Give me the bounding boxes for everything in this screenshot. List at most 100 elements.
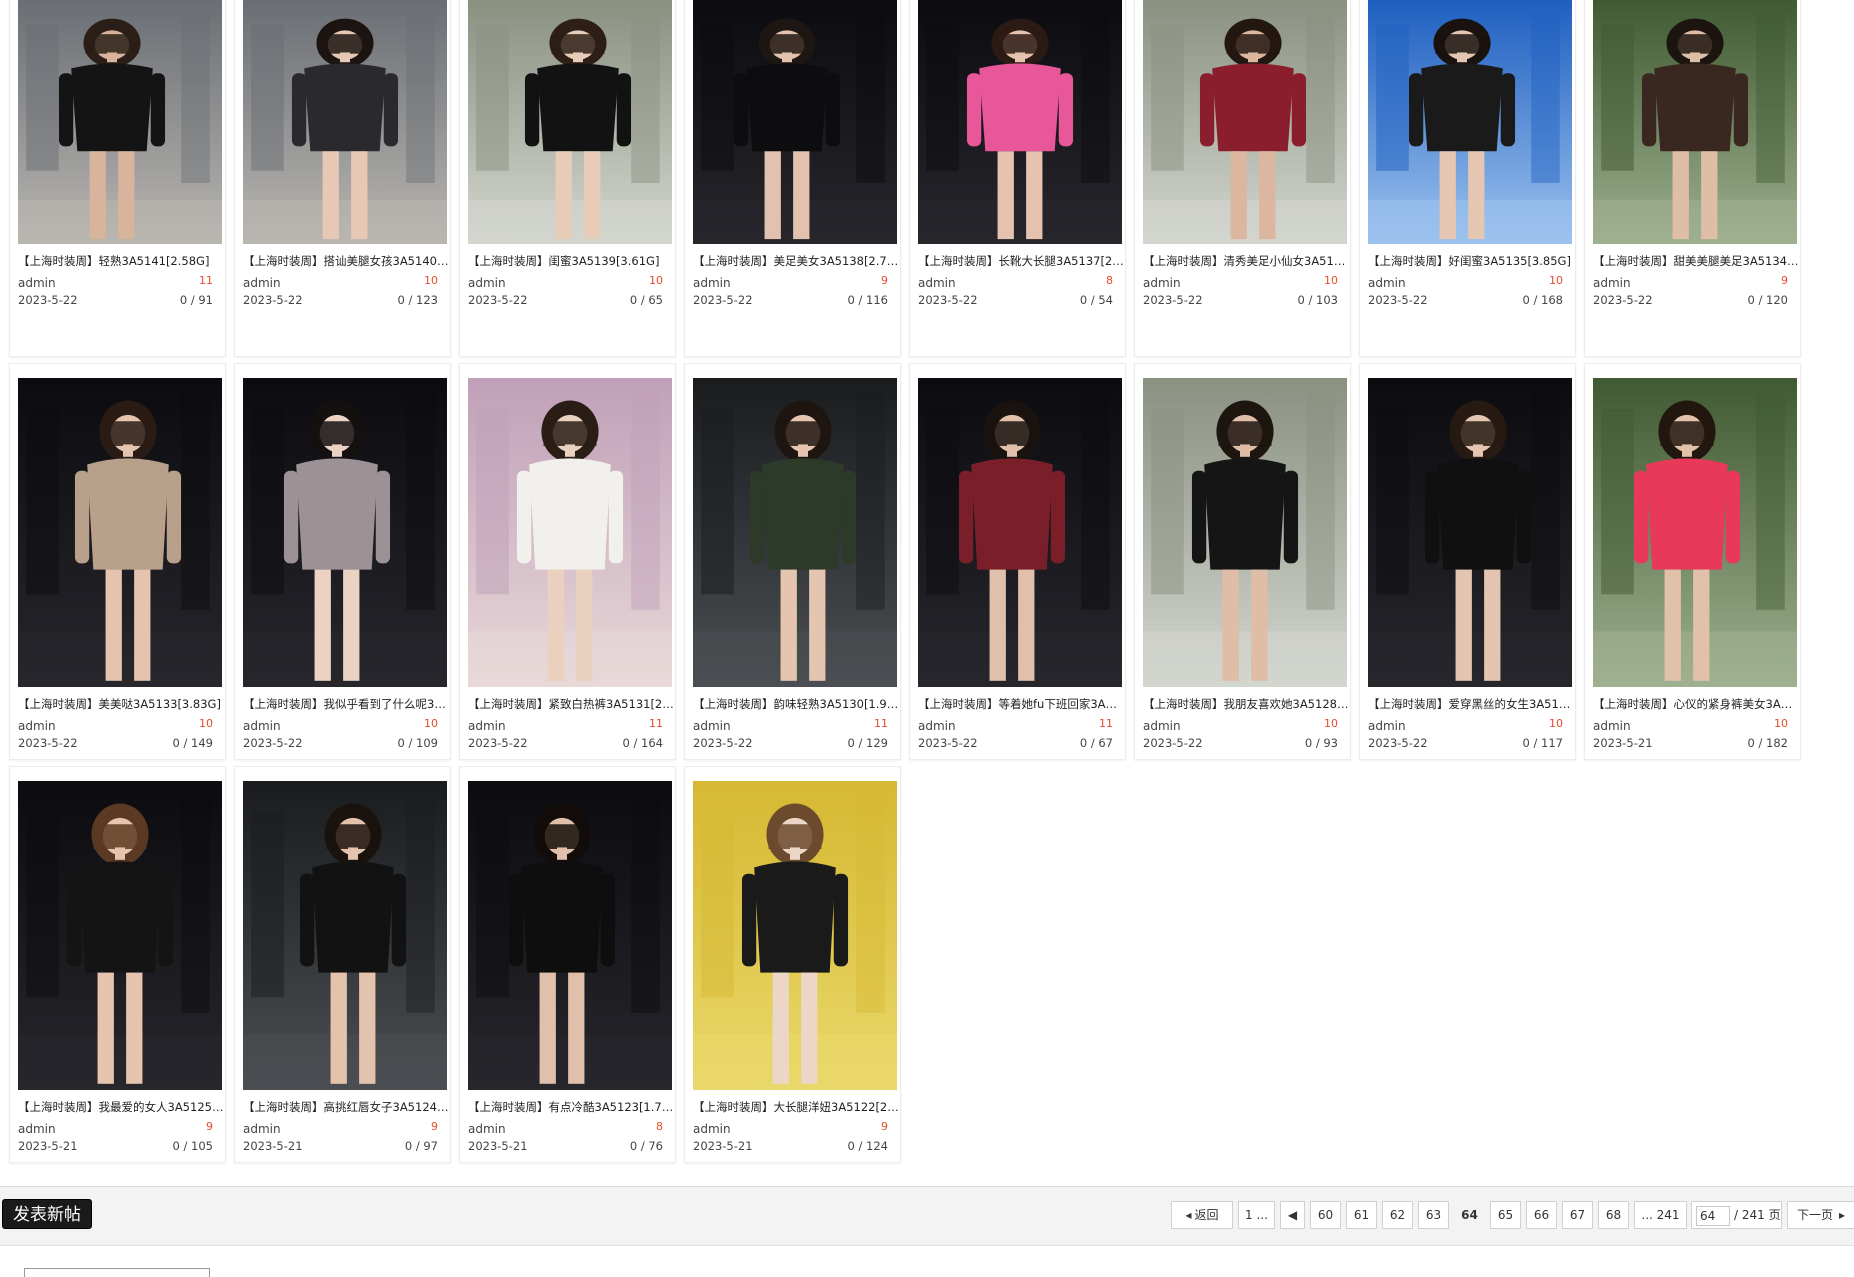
thread-thumbnail[interactable] [918, 378, 1122, 687]
thread-title[interactable]: 【上海时装周】我朋友喜欢她3A5128[2.43G] [1143, 696, 1349, 712]
thread-thumbnail[interactable] [1593, 0, 1797, 244]
thread-stats: 0 / 93 [1304, 736, 1338, 750]
thread-card[interactable]: 【上海时装周】有点冷酷3A5123[1.76G] admin 8 2023-5-… [459, 766, 676, 1163]
thread-card[interactable]: 【上海时装周】爱穿黑丝的女生3A5127[2.49G] admin 10 202… [1359, 363, 1576, 760]
next-page-button[interactable]: 下一页 [1787, 1201, 1854, 1229]
page-link[interactable]: 66 [1526, 1201, 1557, 1229]
thread-author[interactable]: admin [18, 276, 56, 290]
thread-thumbnail[interactable] [18, 378, 222, 687]
thread-title[interactable]: 【上海时装周】爱穿黑丝的女生3A5127[2.49G] [1368, 696, 1574, 712]
thread-title[interactable]: 【上海时装周】长靴大长腿3A5137[2.88G] [918, 253, 1124, 269]
thread-author[interactable]: admin [693, 276, 731, 290]
thread-thumbnail[interactable] [1368, 378, 1572, 687]
thread-card[interactable]: 【上海时装周】清秀美足小仙女3A5136[2.46G] admin 10 202… [1134, 0, 1351, 357]
prev-page-button[interactable]: ◀ [1280, 1201, 1305, 1229]
thread-title[interactable]: 【上海时装周】大长腿洋妞3A5122[2.11G] [693, 1099, 899, 1115]
thread-author[interactable]: admin [1143, 719, 1181, 733]
thread-thumbnail[interactable] [1368, 0, 1572, 244]
thread-card[interactable]: 【上海时装周】好闺蜜3A5135[3.85G] admin 10 2023-5-… [1359, 0, 1576, 357]
thread-thumbnail[interactable] [1143, 0, 1347, 244]
page-link[interactable]: 65 [1490, 1201, 1521, 1229]
thread-thumbnail[interactable] [693, 781, 897, 1090]
back-button[interactable]: 返回 [1171, 1201, 1233, 1229]
thread-card[interactable]: 【上海时装周】我似乎看到了什么呢3A5132[2.62G] admin 10 2… [234, 363, 451, 760]
thread-thumbnail[interactable] [243, 0, 447, 244]
thread-title[interactable]: 【上海时装周】好闺蜜3A5135[3.85G] [1368, 253, 1574, 269]
thread-author[interactable]: admin [1368, 719, 1406, 733]
thread-card[interactable]: 【上海时装周】高挑红唇女子3A5124[2.35G] admin 9 2023-… [234, 766, 451, 1163]
thread-title[interactable]: 【上海时装周】心仪的紧身裤美女3A5126[2.17G] [1593, 696, 1799, 712]
page-link[interactable]: 68 [1598, 1201, 1629, 1229]
thread-thumbnail[interactable] [1593, 378, 1797, 687]
thread-card[interactable]: 【上海时装周】紧致白热裤3A5131[2.32G] admin 11 2023-… [459, 363, 676, 760]
thread-card[interactable]: 【上海时装周】大长腿洋妞3A5122[2.11G] admin 9 2023-5… [684, 766, 901, 1163]
thread-thumbnail[interactable] [243, 378, 447, 687]
thread-author[interactable]: admin [693, 1122, 731, 1136]
page-link[interactable]: 60 [1310, 1201, 1341, 1229]
thread-author[interactable]: admin [918, 719, 956, 733]
thread-card[interactable]: 【上海时装周】闺蜜3A5139[3.61G] admin 10 2023-5-2… [459, 0, 676, 357]
thread-title[interactable]: 【上海时装周】美美哒3A5133[3.83G] [18, 696, 224, 712]
page-link[interactable]: 67 [1562, 1201, 1593, 1229]
thread-author[interactable]: admin [468, 719, 506, 733]
thread-title[interactable]: 【上海时装周】我似乎看到了什么呢3A5132[2.62G] [243, 696, 449, 712]
thread-title[interactable]: 【上海时装周】轻熟3A5141[2.58G] [18, 253, 224, 269]
thread-thumbnail[interactable] [693, 0, 897, 244]
new-post-button[interactable]: 发表新帖 [2, 1199, 92, 1229]
thread-thumbnail[interactable] [693, 378, 897, 687]
thread-author[interactable]: admin [243, 276, 281, 290]
thread-thumbnail[interactable] [468, 0, 672, 244]
page-current[interactable]: 64 [1454, 1201, 1485, 1229]
thread-author[interactable]: admin [18, 719, 56, 733]
thread-author[interactable]: admin [1593, 276, 1631, 290]
page-link[interactable]: 63 [1418, 1201, 1449, 1229]
page-jump-input[interactable] [1696, 1206, 1730, 1226]
page-last[interactable]: ... 241 [1634, 1201, 1687, 1229]
thread-title[interactable]: 【上海时装周】清秀美足小仙女3A5136[2.46G] [1143, 253, 1349, 269]
thread-card[interactable]: 【上海时装周】甜美美腿美足3A5134[2.67G] admin 9 2023-… [1584, 0, 1801, 357]
thread-thumbnail[interactable] [1143, 378, 1347, 687]
thread-card[interactable]: 【上海时装周】等着她fu下班回家3A5129[2.31G] admin 11 2… [909, 363, 1126, 760]
page-link[interactable]: 61 [1346, 1201, 1377, 1229]
thread-card[interactable]: 【上海时装周】美美哒3A5133[3.83G] admin 10 2023-5-… [9, 363, 226, 760]
thread-title[interactable]: 【上海时装周】搭讪美腿女孩3A5140[2.41G] [243, 253, 449, 269]
thread-title[interactable]: 【上海时装周】有点冷酷3A5123[1.76G] [468, 1099, 674, 1115]
thread-title[interactable]: 【上海时装周】闺蜜3A5139[3.61G] [468, 253, 674, 269]
thread-author[interactable]: admin [1593, 719, 1631, 733]
thread-author[interactable]: admin [693, 719, 731, 733]
thread-card[interactable]: 【上海时装周】轻熟3A5141[2.58G] admin 11 2023-5-2… [9, 0, 226, 357]
page-first[interactable]: 1 ... [1238, 1201, 1275, 1229]
thread-title[interactable]: 【上海时装周】等着她fu下班回家3A5129[2.31G] [918, 696, 1124, 712]
thread-card[interactable]: 【上海时装周】搭讪美腿女孩3A5140[2.41G] admin 10 2023… [234, 0, 451, 357]
thread-title[interactable]: 【上海时装周】我最爱的女人3A5125[2.23G] [18, 1099, 224, 1115]
thread-thumbnail[interactable] [918, 0, 1122, 244]
thread-author[interactable]: admin [918, 276, 956, 290]
thread-author[interactable]: admin [1368, 276, 1406, 290]
thread-thumbnail[interactable] [18, 781, 222, 1090]
thread-card[interactable]: 【上海时装周】美足美女3A5138[2.71G] admin 9 2023-5-… [684, 0, 901, 357]
thread-card[interactable]: 【上海时装周】韵味轻熟3A5130[1.98G] admin 11 2023-5… [684, 363, 901, 760]
thread-title[interactable]: 【上海时装周】高挑红唇女子3A5124[2.35G] [243, 1099, 449, 1115]
page-link[interactable]: 62 [1382, 1201, 1413, 1229]
thread-author[interactable]: admin [468, 276, 506, 290]
thread-thumbnail[interactable] [243, 781, 447, 1090]
thread-title[interactable]: 【上海时装周】紧致白热裤3A5131[2.32G] [468, 696, 674, 712]
thread-author[interactable]: admin [243, 1122, 281, 1136]
thread-card[interactable]: 【上海时装周】长靴大长腿3A5137[2.88G] admin 8 2023-5… [909, 0, 1126, 357]
thread-card[interactable]: 【上海时装周】我最爱的女人3A5125[2.23G] admin 9 2023-… [9, 766, 226, 1163]
thread-author[interactable]: admin [18, 1122, 56, 1136]
thread-author[interactable]: admin [468, 1122, 506, 1136]
thread-thumbnail[interactable] [468, 781, 672, 1090]
thread-author[interactable]: admin [1143, 276, 1181, 290]
thread-stats: 0 / 65 [629, 293, 663, 307]
thread-stats: 0 / 67 [1079, 736, 1113, 750]
thread-author[interactable]: admin [243, 719, 281, 733]
thread-title[interactable]: 【上海时装周】美足美女3A5138[2.71G] [693, 253, 899, 269]
thread-title[interactable]: 【上海时装周】甜美美腿美足3A5134[2.67G] [1593, 253, 1799, 269]
thread-title[interactable]: 【上海时装周】韵味轻熟3A5130[1.98G] [693, 696, 899, 712]
thread-card[interactable]: 【上海时装周】我朋友喜欢她3A5128[2.43G] admin 10 2023… [1134, 363, 1351, 760]
thread-thumbnail[interactable] [18, 0, 222, 244]
thread-thumbnail[interactable] [468, 378, 672, 687]
thread-reply-count: 10 [1774, 717, 1788, 730]
thread-card[interactable]: 【上海时装周】心仪的紧身裤美女3A5126[2.17G] admin 10 20… [1584, 363, 1801, 760]
